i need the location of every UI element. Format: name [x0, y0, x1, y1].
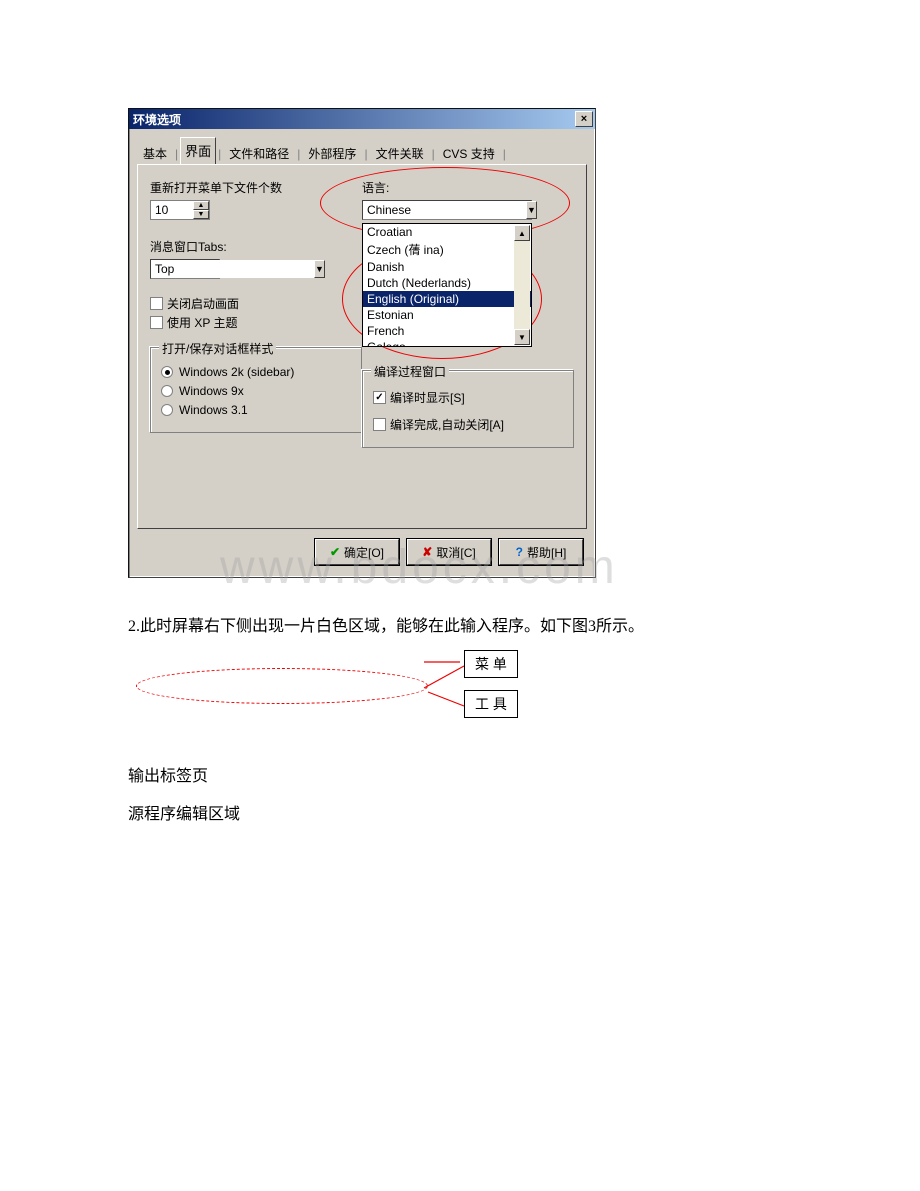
language-combo[interactable]: ▼ [362, 200, 532, 220]
reopen-count-input[interactable] [151, 201, 193, 219]
scrollbar[interactable]: ▲ ▼ [514, 225, 530, 345]
environment-options-dialog: 环境选项 × 基本 | 界面 | 文件和路径 | 外部程序 | 文件关联 | C… [128, 108, 596, 578]
group-compile-legend: 编译过程窗口 [371, 363, 449, 380]
callout-tools: 工 具 [464, 690, 518, 718]
chk-autoclose-label: 编译完成,自动关闭[A] [390, 416, 504, 433]
right-column: 语言: ▼ Croatian Czech (蒨 ina) Danish Du [362, 179, 574, 448]
radio-icon[interactable] [161, 385, 173, 397]
chk-xp-theme-label: 使用 XP 主题 [167, 314, 237, 331]
msg-tabs-label: 消息窗口Tabs: [150, 238, 362, 255]
chevron-down-icon[interactable]: ▼ [314, 260, 325, 278]
language-label: 语言: [362, 179, 574, 196]
radio-win31-row[interactable]: Windows 3.1 [161, 403, 351, 417]
instruction-paragraph: 2.此时屏幕右下侧出现一片白色区域，能够在此输入程序。如下图3所示。 [128, 612, 644, 636]
dialog-title: 环境选项 [133, 111, 575, 128]
reopen-count-label: 重新打开菜单下文件个数 [150, 179, 362, 196]
radio-win2k-label: Windows 2k (sidebar) [179, 365, 294, 379]
group-dialog-style: 打开/保存对话框样式 Windows 2k (sidebar) Windows … [150, 347, 362, 433]
label-source-edit-area: 源程序编辑区域 [128, 800, 240, 824]
checkbox-icon[interactable] [373, 418, 386, 431]
tab-separator: | [362, 144, 369, 164]
chk-show-on-compile-row[interactable]: ✓ 编译时显示[S] [373, 389, 563, 406]
annotation-dashed-ellipse [136, 668, 428, 704]
chk-show-on-compile-label: 编译时显示[S] [390, 389, 465, 406]
callout-menu: 菜 单 [464, 650, 518, 678]
dialog-button-row: ✔ 确定[O] ✘ 取消[C] ? 帮助[H] [129, 529, 595, 577]
scroll-track[interactable] [514, 241, 530, 329]
checkbox-icon[interactable]: ✓ [373, 391, 386, 404]
radio-icon[interactable] [161, 404, 173, 416]
group-compile-window: 编译过程窗口 ✓ 编译时显示[S] 编译完成,自动关闭[A] [362, 370, 574, 448]
chk-xp-theme-row[interactable]: 使用 XP 主题 [150, 314, 362, 331]
group-dialog-style-legend: 打开/保存对话框样式 [159, 340, 276, 357]
tab-external-programs[interactable]: 外部程序 [302, 142, 362, 165]
tab-separator: | [173, 144, 180, 164]
language-option[interactable]: French [363, 323, 531, 339]
ok-label: 确定[O] [344, 544, 384, 561]
language-option[interactable]: Danish [363, 259, 531, 275]
checkbox-icon[interactable] [150, 316, 163, 329]
close-button[interactable]: × [575, 111, 593, 127]
callout-tools-label: 工 具 [475, 696, 507, 712]
msg-tabs-combo[interactable]: ▼ [150, 259, 220, 279]
radio-win2k-row[interactable]: Windows 2k (sidebar) [161, 365, 351, 379]
tab-separator: | [216, 144, 223, 164]
spin-up-icon[interactable]: ▲ [193, 201, 209, 210]
radio-win31-label: Windows 3.1 [179, 403, 248, 417]
radio-icon[interactable] [161, 366, 173, 378]
language-option-selected[interactable]: English (Original) [363, 291, 531, 307]
language-option[interactable]: Galego [363, 339, 531, 346]
check-icon: ✔ [330, 545, 340, 559]
cancel-button[interactable]: ✘ 取消[C] [407, 539, 491, 565]
tab-basic[interactable]: 基本 [137, 142, 173, 165]
question-icon: ? [516, 545, 523, 559]
language-value[interactable] [363, 201, 526, 219]
tab-file-assoc[interactable]: 文件关联 [370, 142, 430, 165]
close-icon: × [581, 113, 587, 125]
language-option[interactable]: Czech (蒨 ina) [363, 240, 531, 259]
tab-separator: | [295, 144, 302, 164]
language-option[interactable]: Croatian [363, 224, 531, 240]
chk-close-splash-row[interactable]: 关闭启动画面 [150, 295, 362, 312]
tab-panel-interface: 重新打开菜单下文件个数 ▲ ▼ 消息窗口Tabs: ▼ [137, 164, 587, 529]
callout-menu-label: 菜 单 [475, 656, 507, 672]
cancel-label: 取消[C] [436, 544, 475, 561]
checkbox-icon[interactable] [150, 297, 163, 310]
tab-separator: | [501, 144, 508, 164]
titlebar[interactable]: 环境选项 × [129, 109, 595, 129]
msg-tabs-value[interactable] [151, 260, 314, 278]
help-label: 帮助[H] [527, 544, 566, 561]
annotation-diagram: 菜 单 工 具 [128, 650, 588, 750]
language-option[interactable]: Dutch (Nederlands) [363, 275, 531, 291]
tab-separator: | [430, 144, 437, 164]
language-dropdown-list[interactable]: Croatian Czech (蒨 ina) Danish Dutch (Ned… [362, 223, 532, 347]
tab-cvs-support[interactable]: CVS 支持 [437, 142, 501, 165]
radio-win9x-row[interactable]: Windows 9x [161, 384, 351, 398]
x-icon: ✘ [422, 545, 432, 559]
label-output-tab: 输出标签页 [128, 762, 208, 786]
tab-files-paths[interactable]: 文件和路径 [223, 142, 295, 165]
tab-interface[interactable]: 界面 [180, 137, 216, 164]
reopen-count-spinner[interactable]: ▲ ▼ [150, 200, 210, 220]
chk-close-splash-label: 关闭启动画面 [167, 295, 239, 312]
spin-down-icon[interactable]: ▼ [193, 210, 209, 219]
chk-autoclose-row[interactable]: 编译完成,自动关闭[A] [373, 416, 563, 433]
language-option[interactable]: Estonian [363, 307, 531, 323]
radio-win9x-label: Windows 9x [179, 384, 244, 398]
ok-button[interactable]: ✔ 确定[O] [315, 539, 399, 565]
chevron-down-icon[interactable]: ▼ [526, 201, 537, 219]
scroll-up-icon[interactable]: ▲ [514, 225, 530, 241]
help-button[interactable]: ? 帮助[H] [499, 539, 583, 565]
tab-bar: 基本 | 界面 | 文件和路径 | 外部程序 | 文件关联 | CVS 支持 | [137, 137, 587, 164]
left-column: 重新打开菜单下文件个数 ▲ ▼ 消息窗口Tabs: ▼ [150, 179, 362, 448]
scroll-down-icon[interactable]: ▼ [514, 329, 530, 345]
